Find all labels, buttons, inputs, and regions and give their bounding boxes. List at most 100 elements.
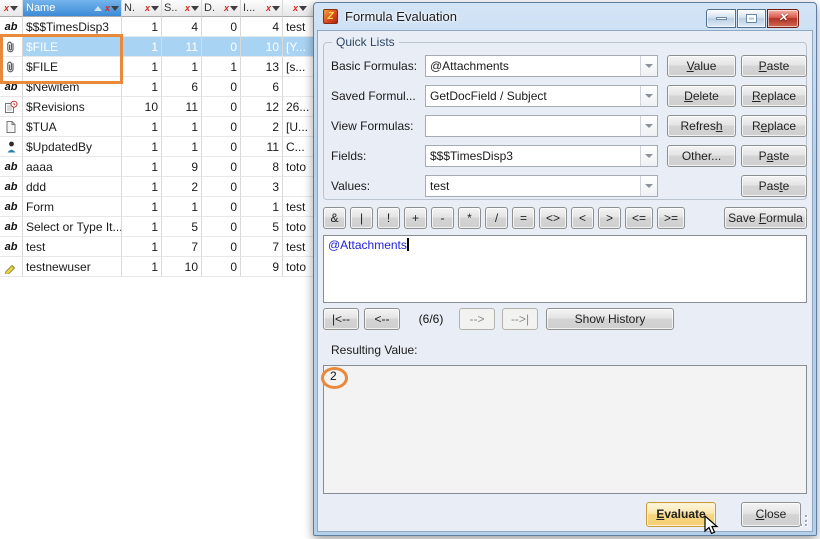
cell-n: 10 xyxy=(122,97,162,117)
table-row[interactable]: ab Select or Type It... 1 5 0 5 toto xyxy=(0,217,314,237)
nav-prev-button[interactable]: <-- xyxy=(364,308,400,330)
chevron-down-icon[interactable] xyxy=(640,56,657,76)
table-row[interactable]: $UpdatedBy 1 1 0 11 C... xyxy=(0,137,314,157)
basic-formulas-combo[interactable]: @Attachments xyxy=(425,55,658,77)
minimize-button[interactable] xyxy=(706,9,736,28)
evaluate-button[interactable]: Evaluate xyxy=(646,502,716,527)
saved-formulas-combo[interactable]: GetDocField / Subject xyxy=(425,85,658,107)
fields-combo[interactable]: $$$TimesDisp3 xyxy=(425,145,658,167)
table-row[interactable]: ab aaaa 1 9 0 8 toto xyxy=(0,157,314,177)
show-history-button[interactable]: Show History xyxy=(546,308,674,330)
header-d-column[interactable]: D.x xyxy=(202,0,241,17)
cell-i: 8 xyxy=(241,157,283,177)
resulting-value-box[interactable]: 2 xyxy=(323,365,807,494)
app-icon: Z xyxy=(323,9,338,24)
field-name: Form xyxy=(23,197,122,217)
value-button[interactable]: Value xyxy=(667,55,736,77)
table-row-selected[interactable]: $FILE 1 11 0 10 [Y... xyxy=(0,37,314,57)
operator-greater-button[interactable]: > xyxy=(598,207,621,229)
header-value-column[interactable]: x xyxy=(283,0,314,17)
values-label: Values: xyxy=(331,175,423,197)
header-name-column[interactable]: Namex xyxy=(23,0,122,17)
formula-editor[interactable]: @Attachments xyxy=(323,235,807,303)
filter-icon[interactable]: x xyxy=(224,4,238,13)
values-combo[interactable]: test xyxy=(425,175,658,197)
operator-or-button[interactable]: | xyxy=(350,207,373,229)
maximize-button[interactable] xyxy=(737,9,766,28)
cell-d: 0 xyxy=(202,97,241,117)
operator-multiply-button[interactable]: * xyxy=(458,207,481,229)
header-n-column[interactable]: N.x xyxy=(122,0,162,17)
paperclip-icon xyxy=(0,37,23,57)
save-formula-button[interactable]: Save Formula xyxy=(724,207,807,229)
paste-button[interactable]: Paste xyxy=(741,145,807,167)
nav-last-button[interactable]: -->| xyxy=(502,308,538,330)
chevron-down-icon[interactable] xyxy=(640,116,657,136)
filter-icon[interactable]: x xyxy=(185,4,199,13)
refresh-button[interactable]: Refresh xyxy=(667,115,736,137)
table-row[interactable]: ab test 1 7 0 7 test xyxy=(0,237,314,257)
operator-equals-button[interactable]: = xyxy=(512,207,535,229)
cell-d: 0 xyxy=(202,217,241,237)
text-field-icon: ab xyxy=(0,77,23,97)
delete-button[interactable]: Delete xyxy=(667,85,736,107)
header-icon-column[interactable]: x xyxy=(0,0,23,17)
view-formulas-combo[interactable] xyxy=(425,115,658,137)
operator-plus-button[interactable]: + xyxy=(404,207,427,229)
filter-icon[interactable]: x xyxy=(266,4,280,13)
other-button[interactable]: Other... xyxy=(667,145,736,167)
operator-greaterequal-button[interactable]: >= xyxy=(657,207,685,229)
dialog-client-area: Quick Lists Basic Formulas: @Attachments… xyxy=(317,30,813,532)
filter-icon[interactable]: x xyxy=(4,4,18,13)
paste-button[interactable]: Paste xyxy=(741,175,807,197)
close-icon: ✕ xyxy=(778,13,787,24)
operator-less-button[interactable]: < xyxy=(571,207,594,229)
table-row[interactable]: ab $Newitem 1 6 0 6 xyxy=(0,77,314,97)
chevron-down-icon[interactable] xyxy=(640,146,657,166)
cell-i: 4 xyxy=(241,17,283,37)
chevron-down-icon[interactable] xyxy=(640,86,657,106)
table-row[interactable]: ab ddd 1 2 0 3 xyxy=(0,177,314,197)
filter-icon[interactable]: x xyxy=(293,4,307,13)
nav-next-button[interactable]: --> xyxy=(459,308,495,330)
close-window-button[interactable]: ✕ xyxy=(767,9,799,28)
operator-lessequal-button[interactable]: <= xyxy=(625,207,653,229)
replace-button[interactable]: Replace xyxy=(741,85,807,107)
filter-icon[interactable]: x xyxy=(105,4,119,13)
cell-n: 1 xyxy=(122,217,162,237)
cell-s: 7 xyxy=(162,237,202,257)
cell-n: 1 xyxy=(122,77,162,97)
operator-notequal-button[interactable]: <> xyxy=(539,207,567,229)
text-field-icon: ab xyxy=(0,177,23,197)
header-s-column[interactable]: S..x xyxy=(162,0,202,17)
cell-d: 0 xyxy=(202,137,241,157)
operator-not-button[interactable]: ! xyxy=(377,207,400,229)
filter-icon[interactable]: x xyxy=(145,4,159,13)
paperclip-icon xyxy=(0,57,23,77)
resize-grip[interactable] xyxy=(796,515,808,527)
close-button[interactable]: Close xyxy=(741,502,801,527)
resulting-value-label: Resulting Value: xyxy=(331,343,418,357)
table-row[interactable]: testnewuser 1 10 0 9 toto xyxy=(0,257,314,277)
cell-d: 0 xyxy=(202,37,241,57)
cell-s: 1 xyxy=(162,57,202,77)
sort-ascending-icon xyxy=(94,6,102,11)
operator-divide-button[interactable]: / xyxy=(485,207,508,229)
operator-minus-button[interactable]: - xyxy=(431,207,454,229)
paste-button[interactable]: Paste xyxy=(741,55,807,77)
header-i-column[interactable]: I...x xyxy=(241,0,283,17)
operator-and-button[interactable]: & xyxy=(323,207,346,229)
replace-button[interactable]: Replace xyxy=(741,115,807,137)
nav-first-button[interactable]: |<-- xyxy=(323,308,359,330)
cell-value: test xyxy=(283,197,314,217)
table-row[interactable]: ab $$$TimesDisp3 1 4 0 4 test xyxy=(0,17,314,37)
chevron-down-icon[interactable] xyxy=(640,176,657,196)
table-row[interactable]: $FILE 1 1 1 13 [s... xyxy=(0,57,314,77)
table-row[interactable]: ab Form 1 1 0 1 test xyxy=(0,197,314,217)
view-formulas-label: View Formulas: xyxy=(331,115,423,137)
table-row[interactable]: $Revisions 10 11 0 12 26... xyxy=(0,97,314,117)
table-row[interactable]: $TUA 1 1 0 2 [U... xyxy=(0,117,314,137)
formula-text: @Attachments xyxy=(328,238,407,252)
basic-formulas-label: Basic Formulas: xyxy=(331,55,423,77)
maximize-icon xyxy=(747,15,756,22)
